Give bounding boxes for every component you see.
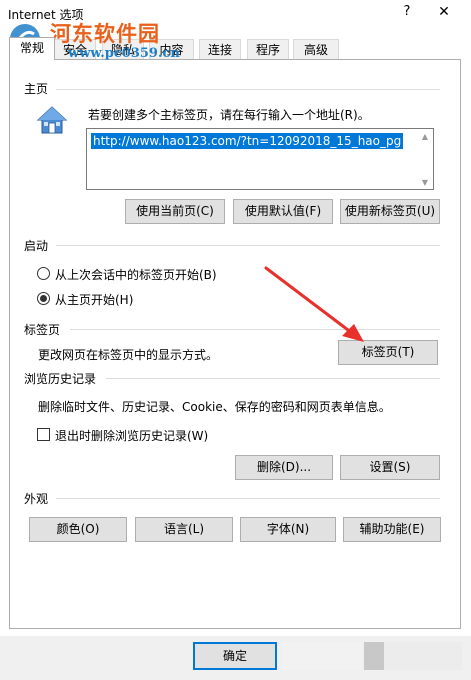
- home-url-value: http://www.hao123.com/?tn=12092018_15_ha…: [91, 133, 404, 149]
- startup-section-title: 启动: [24, 239, 49, 253]
- divider: [56, 498, 440, 499]
- divider: [70, 329, 440, 330]
- colors-button[interactable]: 颜色(O): [29, 517, 127, 542]
- appearance-section-title: 外观: [24, 492, 49, 506]
- tabs-description: 更改网页在标签页中的显示方式。: [38, 348, 219, 362]
- delete-history-button[interactable]: 删除(D)...: [235, 455, 333, 480]
- help-button[interactable]: ?: [398, 4, 416, 24]
- use-default-button[interactable]: 使用默认值(F): [233, 199, 333, 224]
- languages-button[interactable]: 语言(L): [135, 517, 233, 542]
- scroll-up-icon[interactable]: ▲: [420, 132, 430, 141]
- close-button[interactable]: ✕: [433, 4, 455, 24]
- ok-button[interactable]: 确定: [193, 642, 277, 670]
- window-title: Internet 选项: [8, 8, 84, 22]
- tab-advanced[interactable]: 高级: [293, 39, 339, 59]
- annotation-arrow-icon: [264, 266, 364, 342]
- delete-on-exit-label: 退出时删除浏览历史记录(W): [55, 429, 209, 443]
- title-bar: Internet 选项 ? ✕: [0, 0, 471, 30]
- cancel-button-obscured[interactable]: [282, 642, 362, 670]
- startup-radio-last-session[interactable]: [37, 267, 50, 280]
- tab-connections[interactable]: 连接: [199, 39, 241, 59]
- tab-programs[interactable]: 程序: [247, 39, 289, 59]
- apply-button-area[interactable]: [384, 642, 462, 670]
- delete-on-exit-checkbox[interactable]: [37, 428, 50, 441]
- history-section-title: 浏览历史记录: [24, 372, 97, 386]
- scroll-down-icon[interactable]: ▼: [420, 178, 430, 187]
- history-settings-button[interactable]: 设置(S): [340, 455, 440, 480]
- tab-security[interactable]: 安全: [54, 39, 96, 59]
- tab-general[interactable]: 常规: [9, 37, 55, 60]
- home-url-textarea[interactable]: http://www.hao123.com/?tn=12092018_15_ha…: [86, 128, 434, 190]
- divider: [106, 378, 440, 379]
- tabs-section-title: 标签页: [24, 323, 61, 337]
- tab-content[interactable]: 内容: [149, 39, 194, 59]
- startup-option-label: 从上次会话中的标签页开始(B): [55, 268, 217, 282]
- home-hint: 若要创建多个主标签页，请在每行输入一个地址(R)。: [88, 108, 370, 122]
- divider: [56, 89, 440, 90]
- startup-radio-home[interactable]: [37, 292, 50, 305]
- use-new-tab-button[interactable]: 使用新标签页(U): [340, 199, 440, 224]
- house-icon: [36, 106, 68, 134]
- divider: [56, 245, 440, 246]
- use-current-button[interactable]: 使用当前页(C): [125, 199, 225, 224]
- tab-privacy[interactable]: 隐私: [102, 39, 144, 59]
- fonts-button[interactable]: 字体(N): [240, 517, 336, 542]
- history-description: 删除临时文件、历史记录、Cookie、保存的密码和网页表单信息。: [38, 400, 391, 414]
- startup-option-label: 从主页开始(H): [55, 293, 134, 307]
- apply-button-obscured[interactable]: [364, 642, 384, 670]
- accessibility-button[interactable]: 辅助功能(E): [343, 517, 441, 542]
- home-section-title: 主页: [24, 82, 49, 96]
